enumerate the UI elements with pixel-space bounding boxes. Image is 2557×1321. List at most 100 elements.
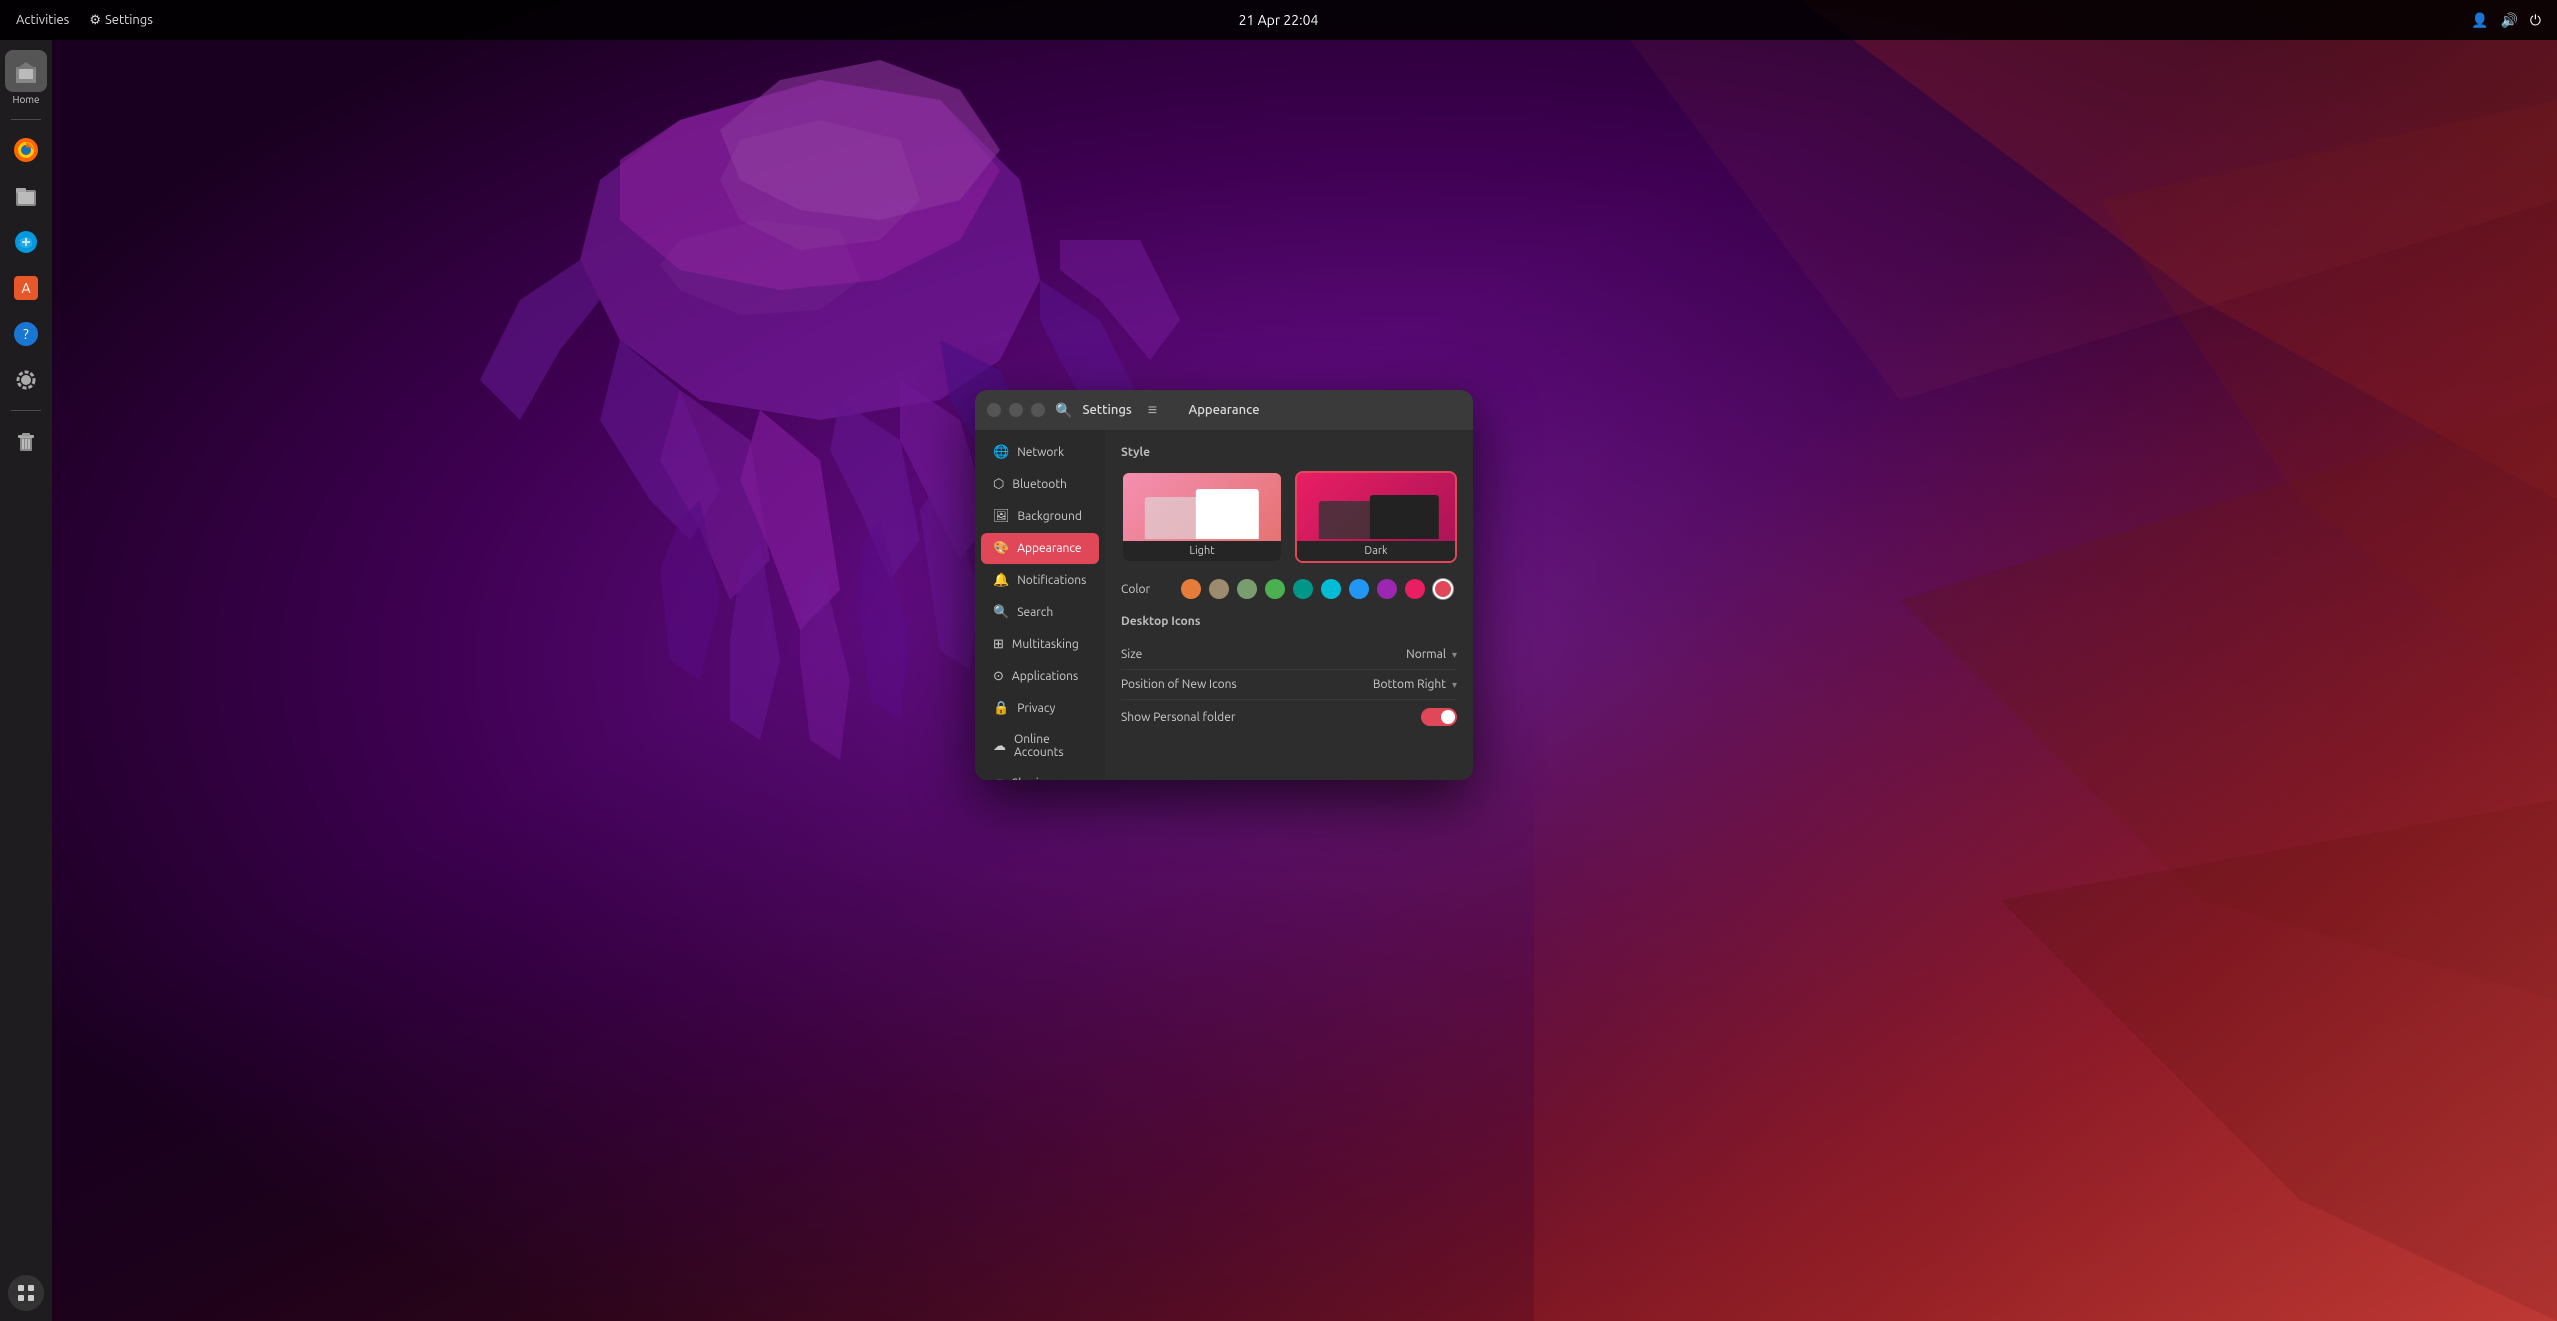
restore-button[interactable] [1009, 403, 1023, 417]
sidebar-item-sharing[interactable]: ⊂ Sharing [981, 768, 1099, 780]
background-icon: 🖼 [993, 509, 1010, 524]
sidebar-bluetooth-label: Bluetooth [1012, 478, 1067, 491]
home-icon-svg [14, 59, 38, 83]
titlebar-title-appearance: Appearance [1188, 403, 1259, 417]
settings-gear-icon: ⚙ [89, 13, 101, 28]
style-section-title: Style [1121, 446, 1457, 459]
dark-preview [1297, 473, 1455, 541]
multitasking-icon: ⊞ [993, 637, 1004, 652]
home-folder-icon[interactable] [5, 50, 47, 92]
dock-home[interactable]: Home [5, 50, 47, 105]
size-value: Normal [1406, 648, 1446, 661]
software-icon: A [12, 274, 40, 302]
sidebar-item-multitasking[interactable]: ⊞ Multitasking [981, 629, 1099, 660]
appearance-icon: 🎨 [993, 541, 1009, 556]
dock: Home A [0, 40, 52, 1321]
sidebar-item-appearance[interactable]: 🎨 Appearance [981, 533, 1099, 564]
applications-icon: ⊙ [993, 669, 1004, 684]
style-card-light[interactable]: Light [1121, 471, 1283, 563]
style-card-dark[interactable]: Dark [1295, 471, 1457, 563]
personal-folder-toggle[interactable] [1421, 708, 1457, 726]
color-swatch-red[interactable] [1433, 579, 1453, 599]
dock-item-files[interactable] [6, 176, 46, 216]
sidebar-privacy-label: Privacy [1017, 702, 1055, 715]
color-row: Color [1121, 579, 1457, 599]
dock-divider-1 [11, 119, 41, 120]
position-dropdown[interactable]: Bottom Right ▾ [1373, 678, 1457, 691]
window-controls [987, 403, 1045, 417]
position-value: Bottom Right [1373, 678, 1446, 691]
color-label: Color [1121, 583, 1181, 596]
sidebar-applications-label: Applications [1012, 670, 1078, 683]
settings-sidebar: 🌐 Network ⬡ Bluetooth 🖼 Background 🎨 App… [975, 430, 1105, 780]
color-swatch-pink[interactable] [1405, 579, 1425, 599]
sidebar-search-label: Search [1017, 606, 1053, 619]
sidebar-multitasking-label: Multitasking [1012, 638, 1079, 651]
settings-titlebar: 🔍 Settings ≡ Appearance [975, 390, 1473, 430]
minimize-button[interactable] [987, 403, 1001, 417]
dock-divider-2 [11, 410, 41, 411]
sidebar-item-network[interactable]: 🌐 Network [981, 437, 1099, 468]
dark-label: Dark [1297, 541, 1455, 561]
color-swatch-cyan[interactable] [1321, 579, 1341, 599]
sidebar-item-bluetooth[interactable]: ⬡ Bluetooth [981, 469, 1099, 500]
personal-folder-row: Show Personal folder [1121, 700, 1457, 734]
position-row: Position of New Icons Bottom Right ▾ [1121, 670, 1457, 700]
online-accounts-icon: ☁ [993, 739, 1006, 754]
position-dropdown-arrow: ▾ [1452, 679, 1457, 691]
sidebar-item-online-accounts[interactable]: ☁ Online Accounts [981, 725, 1099, 767]
grid-icon [16, 1283, 36, 1303]
sidebar-background-label: Background [1018, 510, 1082, 523]
search-sidebar-icon: 🔍 [993, 605, 1009, 620]
settings-window: 🔍 Settings ≡ Appearance 🌐 Network ⬡ Blue… [975, 390, 1473, 780]
sidebar-item-privacy[interactable]: 🔒 Privacy [981, 693, 1099, 724]
sidebar-item-search[interactable]: 🔍 Search [981, 597, 1099, 628]
dock-item-settings[interactable] [6, 360, 46, 400]
titlebar-menu-icon[interactable]: ≡ [1148, 401, 1157, 420]
color-swatch-sage[interactable] [1237, 579, 1257, 599]
home-label: Home [13, 94, 40, 105]
color-swatch-blue[interactable] [1349, 579, 1369, 599]
color-swatch-green[interactable] [1265, 579, 1285, 599]
apps-grid-button[interactable] [8, 1275, 44, 1311]
svg-text:A: A [21, 280, 30, 296]
light-label: Light [1123, 541, 1281, 561]
privacy-icon: 🔒 [993, 701, 1009, 716]
settings-icon [12, 366, 40, 394]
sidebar-online-accounts-label: Online Accounts [1014, 733, 1087, 759]
firefox-icon [12, 136, 40, 164]
help-icon: ? [12, 320, 40, 348]
size-row: Size Normal ▾ [1121, 640, 1457, 670]
color-swatch-purple[interactable] [1377, 579, 1397, 599]
size-dropdown[interactable]: Normal ▾ [1406, 648, 1457, 661]
sidebar-item-notifications[interactable]: 🔔 Notifications [981, 565, 1099, 596]
light-preview [1123, 473, 1281, 541]
bluetooth-icon: ⬡ [993, 477, 1004, 492]
sharing-icon: ⊂ [993, 776, 1004, 780]
color-swatch-orange[interactable] [1181, 579, 1201, 599]
dock-item-thunderbird[interactable] [6, 222, 46, 262]
size-label: Size [1121, 648, 1142, 661]
topbar-settings-item[interactable]: ⚙ Settings [89, 13, 153, 28]
titlebar-search-icon[interactable]: 🔍 [1055, 402, 1072, 419]
desktop-icons-title: Desktop Icons [1121, 615, 1457, 628]
titlebar-title-settings: Settings [1082, 403, 1131, 417]
color-swatch-tan[interactable] [1209, 579, 1229, 599]
close-button[interactable] [1031, 403, 1045, 417]
dock-item-software[interactable]: A [6, 268, 46, 308]
activities-label[interactable]: Activities [16, 13, 69, 27]
dock-bottom [8, 1275, 44, 1311]
size-dropdown-arrow: ▾ [1452, 649, 1457, 661]
sidebar-item-applications[interactable]: ⊙ Applications [981, 661, 1099, 692]
settings-main-panel: Style Light [1105, 430, 1473, 780]
titlebar-left-section: 🔍 Settings ≡ [987, 401, 1157, 420]
dock-item-trash[interactable] [6, 421, 46, 461]
sidebar-item-background[interactable]: 🖼 Background [981, 501, 1099, 532]
light-window-mockup [1139, 489, 1265, 539]
color-swatch-teal[interactable] [1293, 579, 1313, 599]
position-label: Position of New Icons [1121, 678, 1237, 691]
dark-window-mockup [1313, 489, 1439, 539]
dock-item-help[interactable]: ? [6, 314, 46, 354]
dock-item-firefox[interactable] [6, 130, 46, 170]
power-indicator-icon: ⏻ [2530, 12, 2541, 29]
